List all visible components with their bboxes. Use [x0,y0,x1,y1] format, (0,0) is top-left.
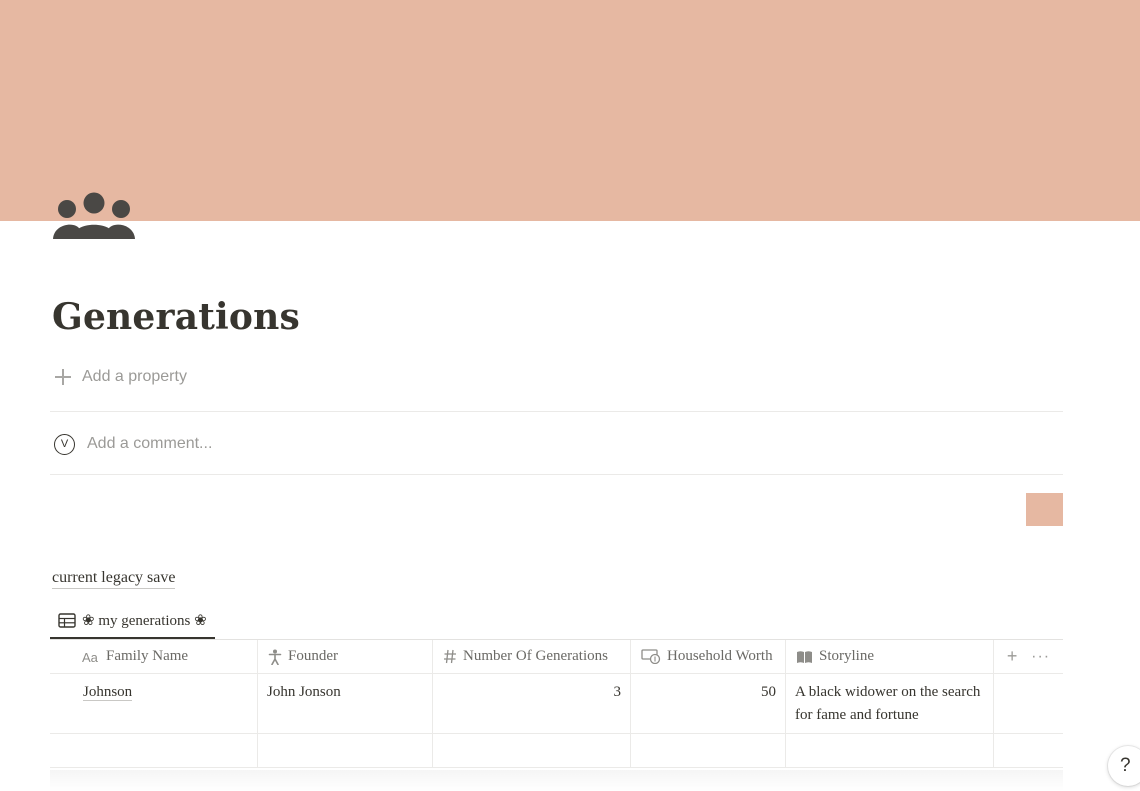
comment-input[interactable]: V Add a comment... [54,432,212,456]
column-label: Family Name [106,648,189,664]
comment-placeholder: Add a comment... [87,435,213,452]
cell-empty[interactable] [433,734,631,767]
database-title[interactable]: current legacy save [52,569,176,589]
color-block [1026,493,1063,526]
row-title[interactable]: Johnson [83,684,133,701]
hash-icon [443,649,457,664]
add-property-label: Add a property [82,368,187,385]
table-header-row: Aa Family Name Founder Number Of Generat… [50,640,1063,674]
column-header-family-name[interactable]: Aa Family Name [50,640,258,673]
cell-empty [994,674,1063,733]
cell-number-of-generations[interactable]: 3 [433,674,631,733]
cell-empty [994,734,1063,767]
divider [50,411,1063,412]
page-title[interactable]: Generations [52,294,300,340]
cell-empty[interactable] [258,734,433,767]
people-group-icon[interactable] [52,190,136,242]
tab-label: ❀ my generations ❀ [82,612,207,629]
svg-text:Aa: Aa [82,650,99,664]
column-header-number-of-generations[interactable]: Number Of Generations [433,640,631,673]
add-property-button[interactable]: Add a property [54,364,187,390]
tab-table-view[interactable]: ❀ my generations ❀ [50,603,215,639]
table-row[interactable]: Johnson John Jonson 3 50 A black widower… [50,674,1063,734]
cover-image[interactable] [0,0,1140,221]
cell-empty[interactable] [786,734,994,767]
database-table: Aa Family Name Founder Number Of Generat… [50,640,1063,768]
column-label: Number Of Generations [463,648,608,664]
cell-household-worth[interactable]: 50 [631,674,786,733]
cell-storyline[interactable]: A black widower on the search for fame a… [786,674,994,733]
scroll-shadow [50,770,1063,791]
title-aa-icon: Aa [82,650,100,664]
column-label: Storyline [819,648,874,664]
cell-founder[interactable]: John Jonson [258,674,433,733]
cell-empty[interactable] [50,734,258,767]
divider [50,474,1063,475]
column-label: Household Worth [667,648,773,664]
money-icon [641,649,661,664]
cell-family-name[interactable]: Johnson [50,674,258,733]
column-header-household-worth[interactable]: Household Worth [631,640,786,673]
add-column-button[interactable]: + [1007,646,1018,667]
table-icon [58,612,76,628]
person-icon [268,649,282,665]
column-actions: + ··· [994,640,1063,673]
book-icon [796,650,813,664]
plus-icon [54,368,72,386]
help-button[interactable]: ? [1108,746,1140,786]
column-header-storyline[interactable]: Storyline [786,640,994,673]
more-options-button[interactable]: ··· [1031,648,1050,666]
column-header-founder[interactable]: Founder [258,640,433,673]
table-row-empty[interactable] [50,734,1063,768]
column-label: Founder [288,648,338,664]
avatar: V [54,433,75,455]
cell-empty[interactable] [631,734,786,767]
